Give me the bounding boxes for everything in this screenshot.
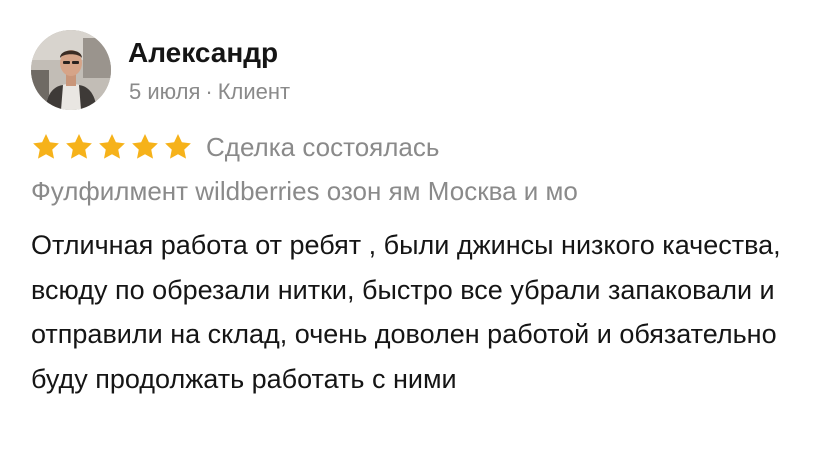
service-name[interactable]: Фулфилмент wildberries озон ям Москва и … — [31, 174, 578, 208]
deal-status: Сделка состоялась — [206, 132, 440, 162]
star-icon — [165, 134, 191, 159]
star-rating — [31, 132, 196, 162]
star-icon — [99, 134, 125, 159]
review-meta: 5 июля · Клиент — [129, 78, 290, 106]
author-role: Клиент — [217, 79, 291, 104]
star-icon — [33, 134, 59, 159]
avatar-photo — [31, 30, 111, 110]
review-date: 5 июля — [129, 79, 201, 104]
author-name[interactable]: Александр — [128, 36, 278, 70]
meta-separator: · — [205, 79, 213, 104]
star-icon — [66, 134, 92, 159]
avatar[interactable] — [31, 30, 111, 110]
review-card: Александр 5 июля · Клиент Сделка состоялас… — [0, 0, 825, 458]
rating-row: Сделка состоялась — [31, 130, 439, 164]
review-text: Отличная работа от ребят , были джинсы н… — [31, 230, 781, 394]
star-icon — [132, 134, 158, 159]
